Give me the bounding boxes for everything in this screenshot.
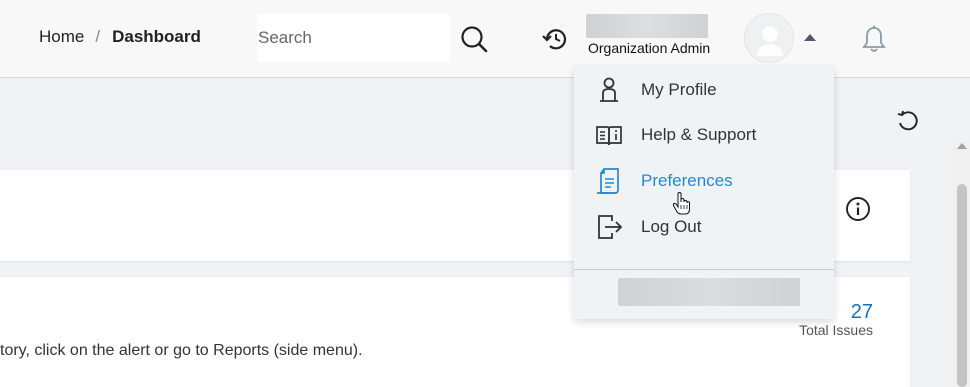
menu-item-label: Log Out	[641, 217, 702, 236]
total-issues-count[interactable]: 27	[828, 301, 873, 324]
menu-item-help-support[interactable]: Help & Support	[574, 115, 834, 155]
avatar[interactable]	[744, 13, 794, 63]
menu-item-label: Preferences	[641, 171, 733, 190]
menu-footer-redacted	[618, 278, 800, 306]
breadcrumb-home[interactable]: Home	[39, 27, 84, 47]
user-role: Organization Admin	[588, 40, 711, 56]
search-input[interactable]	[257, 14, 450, 62]
breadcrumb-separator: /	[95, 27, 101, 46]
menu-item-label: Help & Support	[641, 125, 757, 144]
search-icon[interactable]	[459, 24, 489, 54]
alert-instructions: tory, click on the alert or go to Report…	[0, 342, 363, 359]
info-icon[interactable]	[845, 196, 871, 222]
profile-dropdown-menu: My Profile Help & Support Preferences Lo…	[574, 66, 834, 319]
bell-icon[interactable]	[860, 24, 888, 54]
menu-divider	[574, 269, 834, 270]
logout-icon	[594, 212, 624, 242]
hand-cursor-icon	[672, 191, 692, 216]
menu-item-preferences[interactable]: Preferences	[574, 161, 834, 201]
document-icon	[594, 166, 624, 196]
menu-item-my-profile[interactable]: My Profile	[574, 70, 834, 110]
history-icon[interactable]	[541, 26, 571, 52]
scrollbar-thumb[interactable]	[957, 184, 967, 387]
refresh-icon[interactable]	[895, 109, 921, 135]
person-icon	[594, 75, 624, 105]
breadcrumb-current: Dashboard	[112, 27, 201, 46]
menu-item-log-out[interactable]: Log Out	[574, 207, 834, 247]
book-icon	[594, 120, 624, 150]
scroll-up-arrow-icon[interactable]	[957, 143, 967, 149]
total-issues-label: Total Issues	[799, 322, 873, 338]
caret-up-icon[interactable]	[804, 34, 816, 41]
user-name-redacted	[586, 14, 708, 38]
breadcrumb: Home / Dashboard	[39, 27, 201, 47]
menu-item-label: My Profile	[641, 80, 717, 99]
